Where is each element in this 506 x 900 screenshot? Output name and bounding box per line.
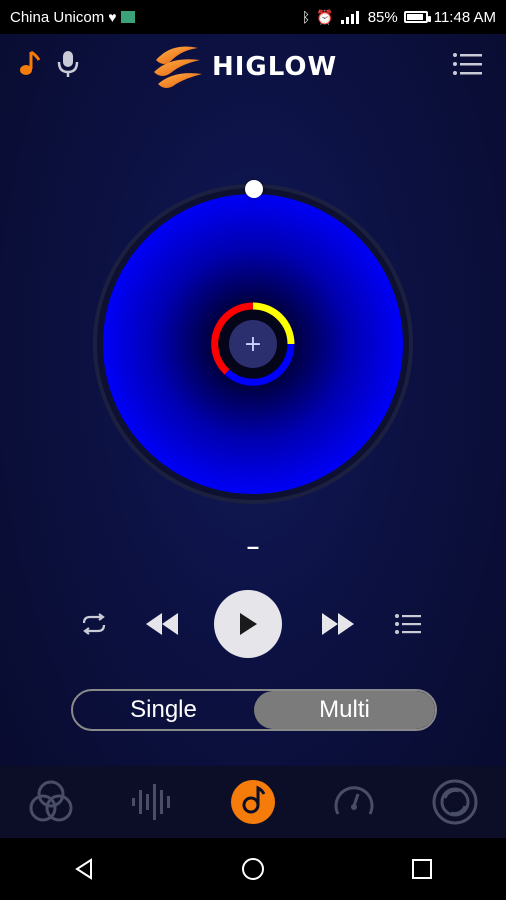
battery-icon xyxy=(403,11,431,23)
play-icon xyxy=(240,613,257,635)
circle-settings-icon xyxy=(432,779,478,825)
microphone-icon[interactable] xyxy=(52,48,84,80)
bottom-tab-bar xyxy=(0,766,506,838)
rewind-icon xyxy=(146,613,178,635)
notification-icon xyxy=(120,11,135,23)
playlist-icon[interactable] xyxy=(390,606,426,642)
status-right: ᛒ ⏰ 85% 11:48 AM xyxy=(302,9,496,26)
app-screen: HIGLOW + – Single Multi xyxy=(0,34,506,838)
battery-percent: 85% xyxy=(367,8,398,26)
add-color-button[interactable]: + xyxy=(229,320,277,368)
mode-toggle[interactable]: Single Multi xyxy=(71,689,437,731)
tab-music[interactable] xyxy=(223,772,283,832)
mode-single-button[interactable]: Single xyxy=(73,691,254,729)
signal-icon xyxy=(340,11,359,24)
tab-speed[interactable] xyxy=(324,772,384,832)
carrier-name: China Unicom xyxy=(10,8,105,26)
status-bar: China Unicom ♥ ᛒ ⏰ 85% 11:48 AM xyxy=(0,0,506,34)
heart-icon: ♥ xyxy=(108,9,117,25)
recents-square-icon xyxy=(411,859,432,879)
rewind-button[interactable] xyxy=(140,604,184,644)
color-circles-icon xyxy=(29,780,73,822)
status-left: China Unicom ♥ xyxy=(10,9,135,26)
fast-forward-icon xyxy=(322,613,354,635)
bluetooth-icon: ᛒ xyxy=(301,9,311,25)
clock-time: 11:48 AM xyxy=(433,8,496,26)
fast-forward-button[interactable] xyxy=(316,604,360,644)
brand-logo: HIGLOW xyxy=(152,42,337,92)
tab-settings[interactable] xyxy=(425,772,485,832)
dial-knob[interactable] xyxy=(245,180,263,198)
higlow-logo-icon xyxy=(154,46,202,88)
tab-color-mix[interactable] xyxy=(21,772,81,832)
alarm-icon: ⏰ xyxy=(316,8,334,25)
tab-sound-wave[interactable] xyxy=(122,772,182,832)
music-disc-icon xyxy=(230,780,275,824)
menu-icon[interactable] xyxy=(452,48,484,80)
recents-button[interactable] xyxy=(392,844,452,894)
back-triangle-icon xyxy=(75,858,93,880)
song-title: – xyxy=(246,534,260,559)
sound-wave-icon xyxy=(131,784,170,820)
repeat-icon[interactable] xyxy=(76,608,112,640)
home-circle-icon xyxy=(241,858,264,880)
mode-multi-button[interactable]: Multi xyxy=(254,691,435,729)
playback-controls xyxy=(0,584,506,664)
speedometer-icon xyxy=(334,786,374,815)
play-button[interactable] xyxy=(214,590,282,658)
back-button[interactable] xyxy=(54,844,114,894)
music-note-icon[interactable] xyxy=(14,48,46,80)
system-nav-bar xyxy=(0,838,506,900)
brand-name: HIGLOW xyxy=(212,52,338,82)
home-button[interactable] xyxy=(223,844,283,894)
app-header: HIGLOW xyxy=(0,34,506,102)
color-dial[interactable]: + xyxy=(93,180,413,504)
